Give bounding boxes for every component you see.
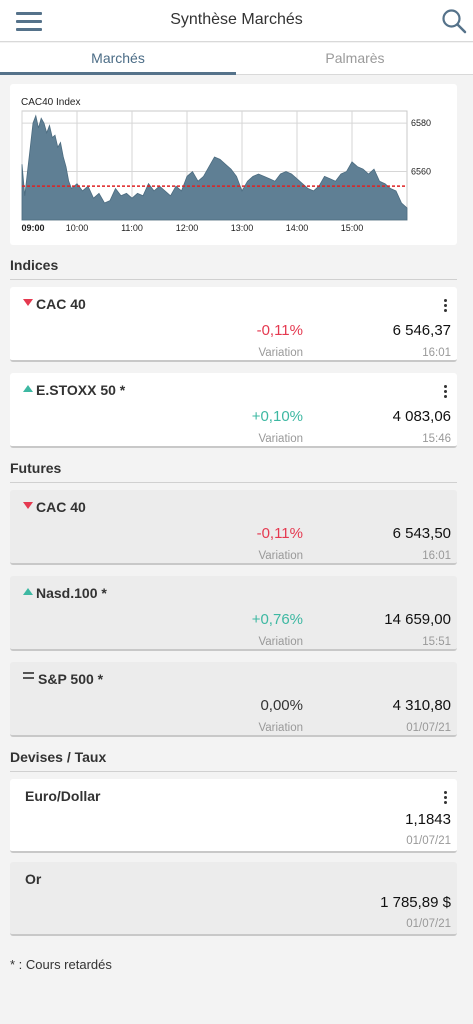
variation-value: +0,76% xyxy=(251,611,303,628)
instrument-name: S&P 500 * xyxy=(38,671,104,687)
variation-label: Variation xyxy=(258,347,303,359)
price-value: 14 659,00 xyxy=(384,611,451,628)
trend-up-icon xyxy=(23,385,33,392)
quote-time: 16:01 xyxy=(422,550,451,562)
section-title-futures: Futures xyxy=(10,460,457,483)
cac40-intraday-chart: CAC40 Index 09:00 10:00 11:00 12:00 13:00 14:… xyxy=(21,97,431,233)
chart-x-tick-label: 12:00 xyxy=(176,223,199,233)
section-title-devises: Devises / Taux xyxy=(10,749,457,772)
chart-x-tick-label: 15:00 xyxy=(341,223,364,233)
cac40-chart-card[interactable]: CAC40 Index 09:00 10:00 11:00 12:00 13:00 14:… xyxy=(10,84,457,245)
instrument-name: Or xyxy=(25,871,42,887)
trend-flat-icon xyxy=(23,672,34,680)
price-value: 4 083,06 xyxy=(392,408,451,425)
future-card-sp500[interactable]: S&P 500 * 0,00% 4 310,80 Variation 01/07… xyxy=(10,662,457,737)
variation-value: -0,11% xyxy=(256,322,303,339)
variation-value: +0,10% xyxy=(251,408,303,425)
trend-up-icon xyxy=(23,588,33,595)
instrument-name: CAC 40 xyxy=(36,499,86,515)
instrument-name: CAC 40 xyxy=(36,296,86,312)
trend-down-icon xyxy=(23,502,33,509)
variation-label: Variation xyxy=(258,433,303,445)
instrument-name: Euro/Dollar xyxy=(25,788,101,804)
section-title-indices: Indices xyxy=(10,257,457,280)
variation-label: Variation xyxy=(258,722,303,734)
tab-bar: Marchés Palmarès xyxy=(0,43,473,75)
search-icon[interactable] xyxy=(441,8,467,34)
price-value: 6 543,50 xyxy=(392,525,451,542)
delayed-quotes-footnote: * : Cours retardés xyxy=(10,957,112,972)
chart-y-tick-label: 6560 xyxy=(411,167,431,177)
variation-value: 0,00% xyxy=(260,697,303,714)
instrument-name: Nasd.100 * xyxy=(36,585,107,601)
more-options-icon[interactable] xyxy=(443,299,447,313)
index-card-cac40[interactable]: CAC 40 -0,11% 6 546,37 Variation 16:01 xyxy=(10,287,457,362)
trend-down-icon xyxy=(23,299,33,306)
quote-time: 01/07/21 xyxy=(406,918,451,930)
variation-label: Variation xyxy=(258,636,303,648)
more-options-icon[interactable] xyxy=(443,385,447,399)
chart-x-tick-label: 13:00 xyxy=(231,223,254,233)
price-value: 1,1843 xyxy=(405,811,451,828)
commodity-card-or[interactable]: Or 1 785,89 $ 01/07/21 xyxy=(10,862,457,936)
page-title: Synthèse Marchés xyxy=(170,11,303,28)
app-header: Synthèse Marchés xyxy=(0,0,473,42)
tab-marches[interactable]: Marchés xyxy=(0,43,236,75)
more-options-icon[interactable] xyxy=(443,791,447,805)
chart-x-tick-label: 09:00 xyxy=(21,223,44,233)
variation-label: Variation xyxy=(258,550,303,562)
currency-card-eurusd[interactable]: Euro/Dollar 1,1843 01/07/21 xyxy=(10,779,457,853)
price-value: 6 546,37 xyxy=(392,322,451,339)
chart-x-tick-label: 10:00 xyxy=(66,223,89,233)
chart-x-tick-label: 14:00 xyxy=(286,223,309,233)
quote-time: 15:51 xyxy=(422,636,451,648)
index-card-estoxx50[interactable]: E.STOXX 50 * +0,10% 4 083,06 Variation 1… xyxy=(10,373,457,448)
quote-time: 16:01 xyxy=(422,347,451,359)
quote-time: 01/07/21 xyxy=(406,722,451,734)
chart-x-tick-label: 11:00 xyxy=(121,223,143,233)
price-value: 1 785,89 $ xyxy=(380,894,451,911)
quote-time: 15:46 xyxy=(422,433,451,445)
future-card-cac40[interactable]: CAC 40 -0,11% 6 543,50 Variation 16:01 xyxy=(10,490,457,565)
chart-title: CAC40 Index xyxy=(21,97,80,108)
price-value: 4 310,80 xyxy=(392,697,451,714)
tab-palmares[interactable]: Palmarès xyxy=(237,43,473,75)
quote-time: 01/07/21 xyxy=(406,835,451,847)
future-card-nasd100[interactable]: Nasd.100 * +0,76% 14 659,00 Variation 15… xyxy=(10,576,457,651)
variation-value: -0,11% xyxy=(256,525,303,542)
chart-y-tick-label: 6580 xyxy=(411,118,431,128)
instrument-name: E.STOXX 50 * xyxy=(36,382,126,398)
